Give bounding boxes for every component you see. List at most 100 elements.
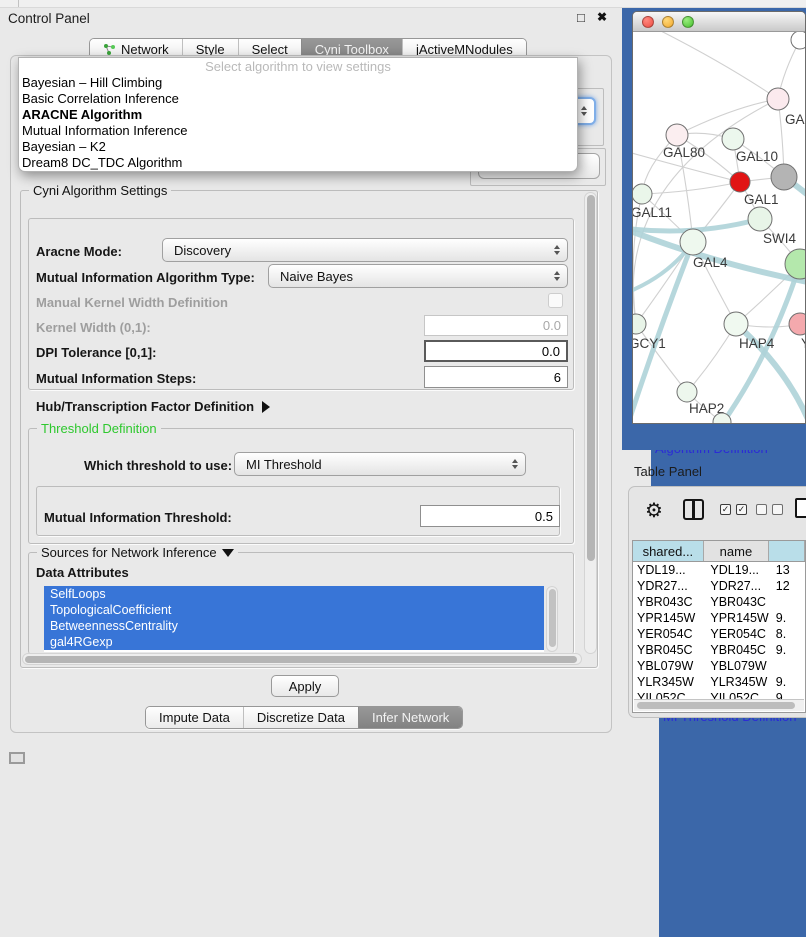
algorithm-option-dream8-dc-tdc-algorithm[interactable]: Dream8 DC_TDC Algorithm [19,155,577,171]
network-window[interactable]: GALGAL80GAL10GAL1GAL11SWI4GAL4GCY1HAP4YH… [632,11,806,424]
network-node[interactable] [791,32,805,49]
table-row[interactable]: YDL19...YDL19...13 [633,562,805,578]
tab-label: Discretize Data [257,710,345,725]
hub-definition-toggle[interactable]: Hub/Transcription Factor Definition [36,399,270,414]
network-node[interactable] [785,249,805,279]
node-label: Y [801,336,805,351]
which-threshold-combobox[interactable]: MI Threshold [234,452,526,476]
mi-threshold-label: Mutual Information Threshold: [44,510,232,525]
top-chrome-divider [18,0,19,7]
screen: { "app": { "control_panel_title": "Contr… [0,0,806,762]
network-node-y[interactable] [789,313,805,335]
settings-horizontal-scrollbar[interactable] [22,653,582,665]
minimize-traffic-light-icon[interactable] [662,16,674,28]
algorithm-option-bayesian-k2[interactable]: Bayesian – K2 [19,139,577,155]
combo-stepper-icon [554,245,560,255]
mi-type-value: Naive Bayes [280,269,353,284]
split-columns-icon[interactable] [683,499,704,520]
table-row[interactable]: YBR043CYBR043C [633,594,805,610]
column-header-name[interactable]: name [704,541,769,561]
aracne-mode-label: Aracne Mode: [36,244,122,259]
zoom-traffic-light-icon[interactable] [682,16,694,28]
table-row[interactable]: YBR045CYBR045C9. [633,642,805,658]
network-node[interactable] [771,164,797,190]
network-node-hap2[interactable] [677,382,697,402]
column-header-clipped[interactable] [769,541,805,561]
deselect-all-checks-icon[interactable] [756,504,783,515]
manual-kernel-checkbox[interactable] [548,293,563,308]
algorithm-option-basic-correlation-inference[interactable]: Basic Correlation Inference [19,91,577,107]
mi-steps-label: Mutual Information Steps: [36,371,196,386]
attribute-item-topologicalcoefficient[interactable]: TopologicalCoefficient [44,602,544,618]
dpi-tolerance-field[interactable]: 0.0 [424,340,568,362]
table-cell: 13 [769,562,805,578]
column-header-shared[interactable]: shared... [633,541,704,561]
unchecked-box-icon [756,504,767,515]
node-table[interactable]: shared...name YDL19...YDL19...13YDR27...… [632,540,806,713]
network-node-gcy1[interactable] [633,314,646,334]
node-label: GAL11 [633,205,672,220]
kernel-width-label: Kernel Width (0,1): [36,320,151,335]
table-panel-title: Table Panel [634,464,702,479]
select-all-checks-icon[interactable]: ✓ ✓ [720,504,747,515]
tab-label: Infer Network [372,710,449,725]
network-edge[interactable] [653,32,778,99]
float-panel-icon[interactable]: □ [577,10,585,25]
network-node-gal[interactable] [767,88,789,110]
network-edge[interactable] [642,182,740,194]
close-traffic-light-icon[interactable] [642,16,654,28]
minimized-panel-icon[interactable] [9,752,25,764]
network-node-gal4[interactable] [680,229,706,255]
sources-title[interactable]: Sources for Network Inference [37,545,238,560]
control-panel-title: Control Panel [8,11,90,26]
attributes-scrollbar[interactable] [546,586,558,652]
sources-title-text: Sources for Network Inference [41,545,217,560]
table-header: shared...name [633,541,805,562]
network-canvas[interactable]: GALGAL80GAL10GAL1GAL11SWI4GAL4GCY1HAP4YH… [633,32,805,424]
data-attributes-label: Data Attributes [36,565,129,580]
document-icon[interactable] [795,498,806,518]
apply-button[interactable]: Apply [271,675,339,697]
network-node-gal80[interactable] [666,124,688,146]
tab-infer-network[interactable]: Infer Network [358,707,462,728]
kernel-width-field[interactable]: 0.0 [424,315,568,336]
tab-impute-data[interactable]: Impute Data [146,707,243,728]
table-cell: YBL079W [703,658,768,674]
aracne-mode-combobox[interactable]: Discovery [162,238,568,262]
table-row[interactable]: YBL079WYBL079W [633,658,805,674]
network-graph: GALGAL80GAL10GAL1GAL11SWI4GAL4GCY1HAP4YH… [633,32,805,424]
table-rows: YDL19...YDL19...13YDR27...YDR27...12YBR0… [633,562,805,700]
node-label: GAL4 [693,255,728,270]
network-node-gal10[interactable] [722,128,744,150]
settings-vertical-scrollbar[interactable] [584,192,597,654]
data-attributes-list[interactable]: SelfLoopsTopologicalCoefficientBetweenne… [44,586,544,652]
attribute-item-betweennesscentrality[interactable]: BetweennessCentrality [44,618,544,634]
gear-icon[interactable]: ⚙ [645,498,663,523]
tab-discretize-data[interactable]: Discretize Data [243,707,358,728]
network-edge[interactable] [687,324,736,392]
mi-threshold-field[interactable]: 0.5 [420,505,560,527]
network-node-swi4[interactable] [748,207,772,231]
mi-steps-field[interactable]: 6 [424,366,568,388]
network-node-gal1[interactable] [730,172,750,192]
algorithm-options-list: Bayesian – Hill ClimbingBasic Correlatio… [19,75,577,171]
network-node-gal11[interactable] [633,184,652,204]
close-panel-icon[interactable]: ✖ [597,10,607,24]
table-cell: 9. [769,674,805,690]
table-row[interactable]: YER054CYER054C8. [633,626,805,642]
mi-type-combobox[interactable]: Naive Bayes [268,264,568,288]
table-row[interactable]: YPR145WYPR145W9. [633,610,805,626]
node-label: GCY1 [633,336,666,351]
network-node-hap4[interactable] [724,312,748,336]
table-row[interactable]: YLR345WYLR345W9. [633,674,805,690]
attribute-item-gal4rgexp[interactable]: gal4RGexp [44,634,544,650]
algorithm-option-mutual-information-inference[interactable]: Mutual Information Inference [19,123,577,139]
table-row[interactable]: YDR27...YDR27...12 [633,578,805,594]
attribute-item-selfloops[interactable]: SelfLoops [44,586,544,602]
table-horizontal-scrollbar[interactable] [634,699,804,711]
network-window-titlebar[interactable] [633,12,805,32]
algorithm-option-bayesian-hill-climbing[interactable]: Bayesian – Hill Climbing [19,75,577,91]
dpi-tolerance-label: DPI Tolerance [0,1]: [36,345,156,360]
tab-label: Impute Data [159,710,230,725]
algorithm-option-aracne-algorithm[interactable]: ARACNE Algorithm [19,107,577,123]
